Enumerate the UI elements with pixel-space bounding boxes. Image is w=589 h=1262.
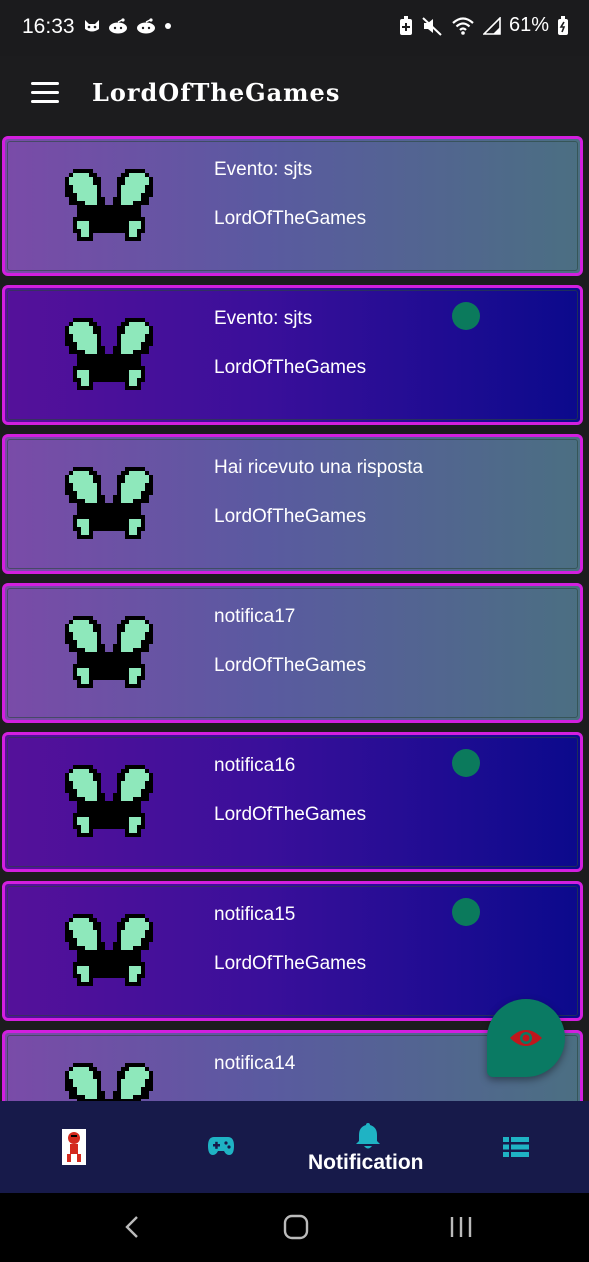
notification-title: Evento: sjts <box>214 159 313 180</box>
notification-subtitle: LordOfTheGames <box>214 953 367 974</box>
butterfly-icon <box>65 1063 153 1101</box>
nav-profile[interactable] <box>40 1101 110 1193</box>
bottom-navigation: Notification <box>0 1101 589 1193</box>
notification-subtitle: LordOfTheGames <box>214 357 367 378</box>
app-title: LordOfTheGames <box>92 78 341 107</box>
notification-subtitle: LordOfTheGames <box>214 506 367 527</box>
notification-card-5[interactable]: notifica16 LordOfTheGames <box>2 732 583 872</box>
notification-card-4[interactable]: notifica17 LordOfTheGames <box>2 583 583 723</box>
status-bar: 16:33 61% <box>0 0 589 56</box>
butterfly-icon <box>65 169 153 241</box>
butterfly-icon <box>65 765 153 837</box>
reddit-icon <box>109 18 127 34</box>
butterfly-icon <box>65 318 153 390</box>
notification-title: Hai ricevuto una risposta <box>214 457 424 478</box>
notification-title: notifica14 <box>214 1053 296 1074</box>
nav-notification-label: Notification <box>308 1151 424 1174</box>
notification-card-1[interactable]: Evento: sjts LordOfTheGames <box>2 136 583 276</box>
notification-card-3[interactable]: Hai ricevuto una risposta LordOfTheGames <box>2 434 583 574</box>
status-system-icons: 61% <box>399 14 569 37</box>
eye-icon <box>510 1030 542 1046</box>
nav-list[interactable] <box>482 1101 552 1193</box>
status-time: 16:33 <box>22 15 75 38</box>
notification-title: Evento: sjts <box>214 308 313 329</box>
notification-title: notifica16 <box>214 755 296 776</box>
butterfly-icon <box>65 616 153 688</box>
nav-notification[interactable]: Notification <box>300 1101 440 1193</box>
unread-indicator-dot <box>452 302 480 330</box>
list-icon <box>503 1137 529 1157</box>
notification-card-6[interactable]: notifica15 LordOfTheGames <box>2 881 583 1021</box>
dot-icon <box>165 23 171 29</box>
battery-icon <box>558 15 568 35</box>
unread-indicator-dot <box>452 749 480 777</box>
battery-saver-icon <box>399 15 412 35</box>
unread-indicator-dot <box>452 898 480 926</box>
mute-icon <box>422 16 442 36</box>
gamepad-icon <box>208 1137 234 1155</box>
notification-title: notifica17 <box>214 606 296 627</box>
notification-list[interactable]: Evento: sjts LordOfTheGames Evento: sjts… <box>0 134 589 1101</box>
home-icon[interactable] <box>283 1214 309 1240</box>
reddit-icon <box>137 18 155 34</box>
bell-icon <box>356 1123 380 1149</box>
battery-percent: 61% <box>508 14 549 36</box>
butterfly-icon <box>65 467 153 539</box>
status-notification-icons <box>84 18 172 34</box>
recents-icon[interactable] <box>449 1215 473 1239</box>
notification-subtitle: LordOfTheGames <box>214 208 367 229</box>
back-icon[interactable] <box>124 1215 140 1239</box>
app-bar: LordOfTheGames <box>0 56 589 134</box>
notification-subtitle: LordOfTheGames <box>214 655 367 676</box>
avatar-icon <box>62 1129 86 1165</box>
cat-icon <box>85 20 99 32</box>
butterfly-icon <box>65 914 153 986</box>
hamburger-menu-icon[interactable] <box>31 82 59 104</box>
signal-icon <box>482 16 501 35</box>
wifi-icon <box>452 16 474 35</box>
system-navigation-bar <box>0 1193 589 1262</box>
notification-card-2[interactable]: Evento: sjts LordOfTheGames <box>2 285 583 425</box>
nav-games[interactable] <box>186 1101 256 1193</box>
mark-read-fab[interactable] <box>487 999 565 1077</box>
notification-subtitle: LordOfTheGames <box>214 804 367 825</box>
notification-title: notifica15 <box>214 904 296 925</box>
